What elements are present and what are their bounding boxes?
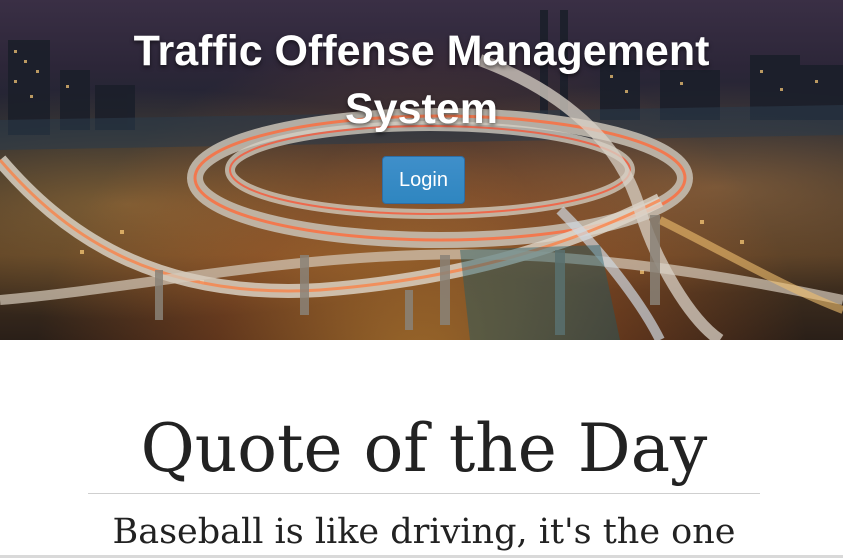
quote-divider	[88, 493, 760, 494]
quote-text: Baseball is like driving, it's the one	[112, 512, 736, 552]
site-title-text: Traffic Offense Management System	[133, 27, 710, 133]
quote-heading: Quote of the Day	[140, 410, 708, 487]
login-button[interactable]: Login	[382, 156, 465, 204]
hero-banner: Traffic Offense Management System Login	[0, 0, 843, 340]
site-title: Traffic Offense Management System	[0, 22, 843, 138]
quote-section: Quote of the Day Baseball is like drivin…	[0, 340, 843, 558]
